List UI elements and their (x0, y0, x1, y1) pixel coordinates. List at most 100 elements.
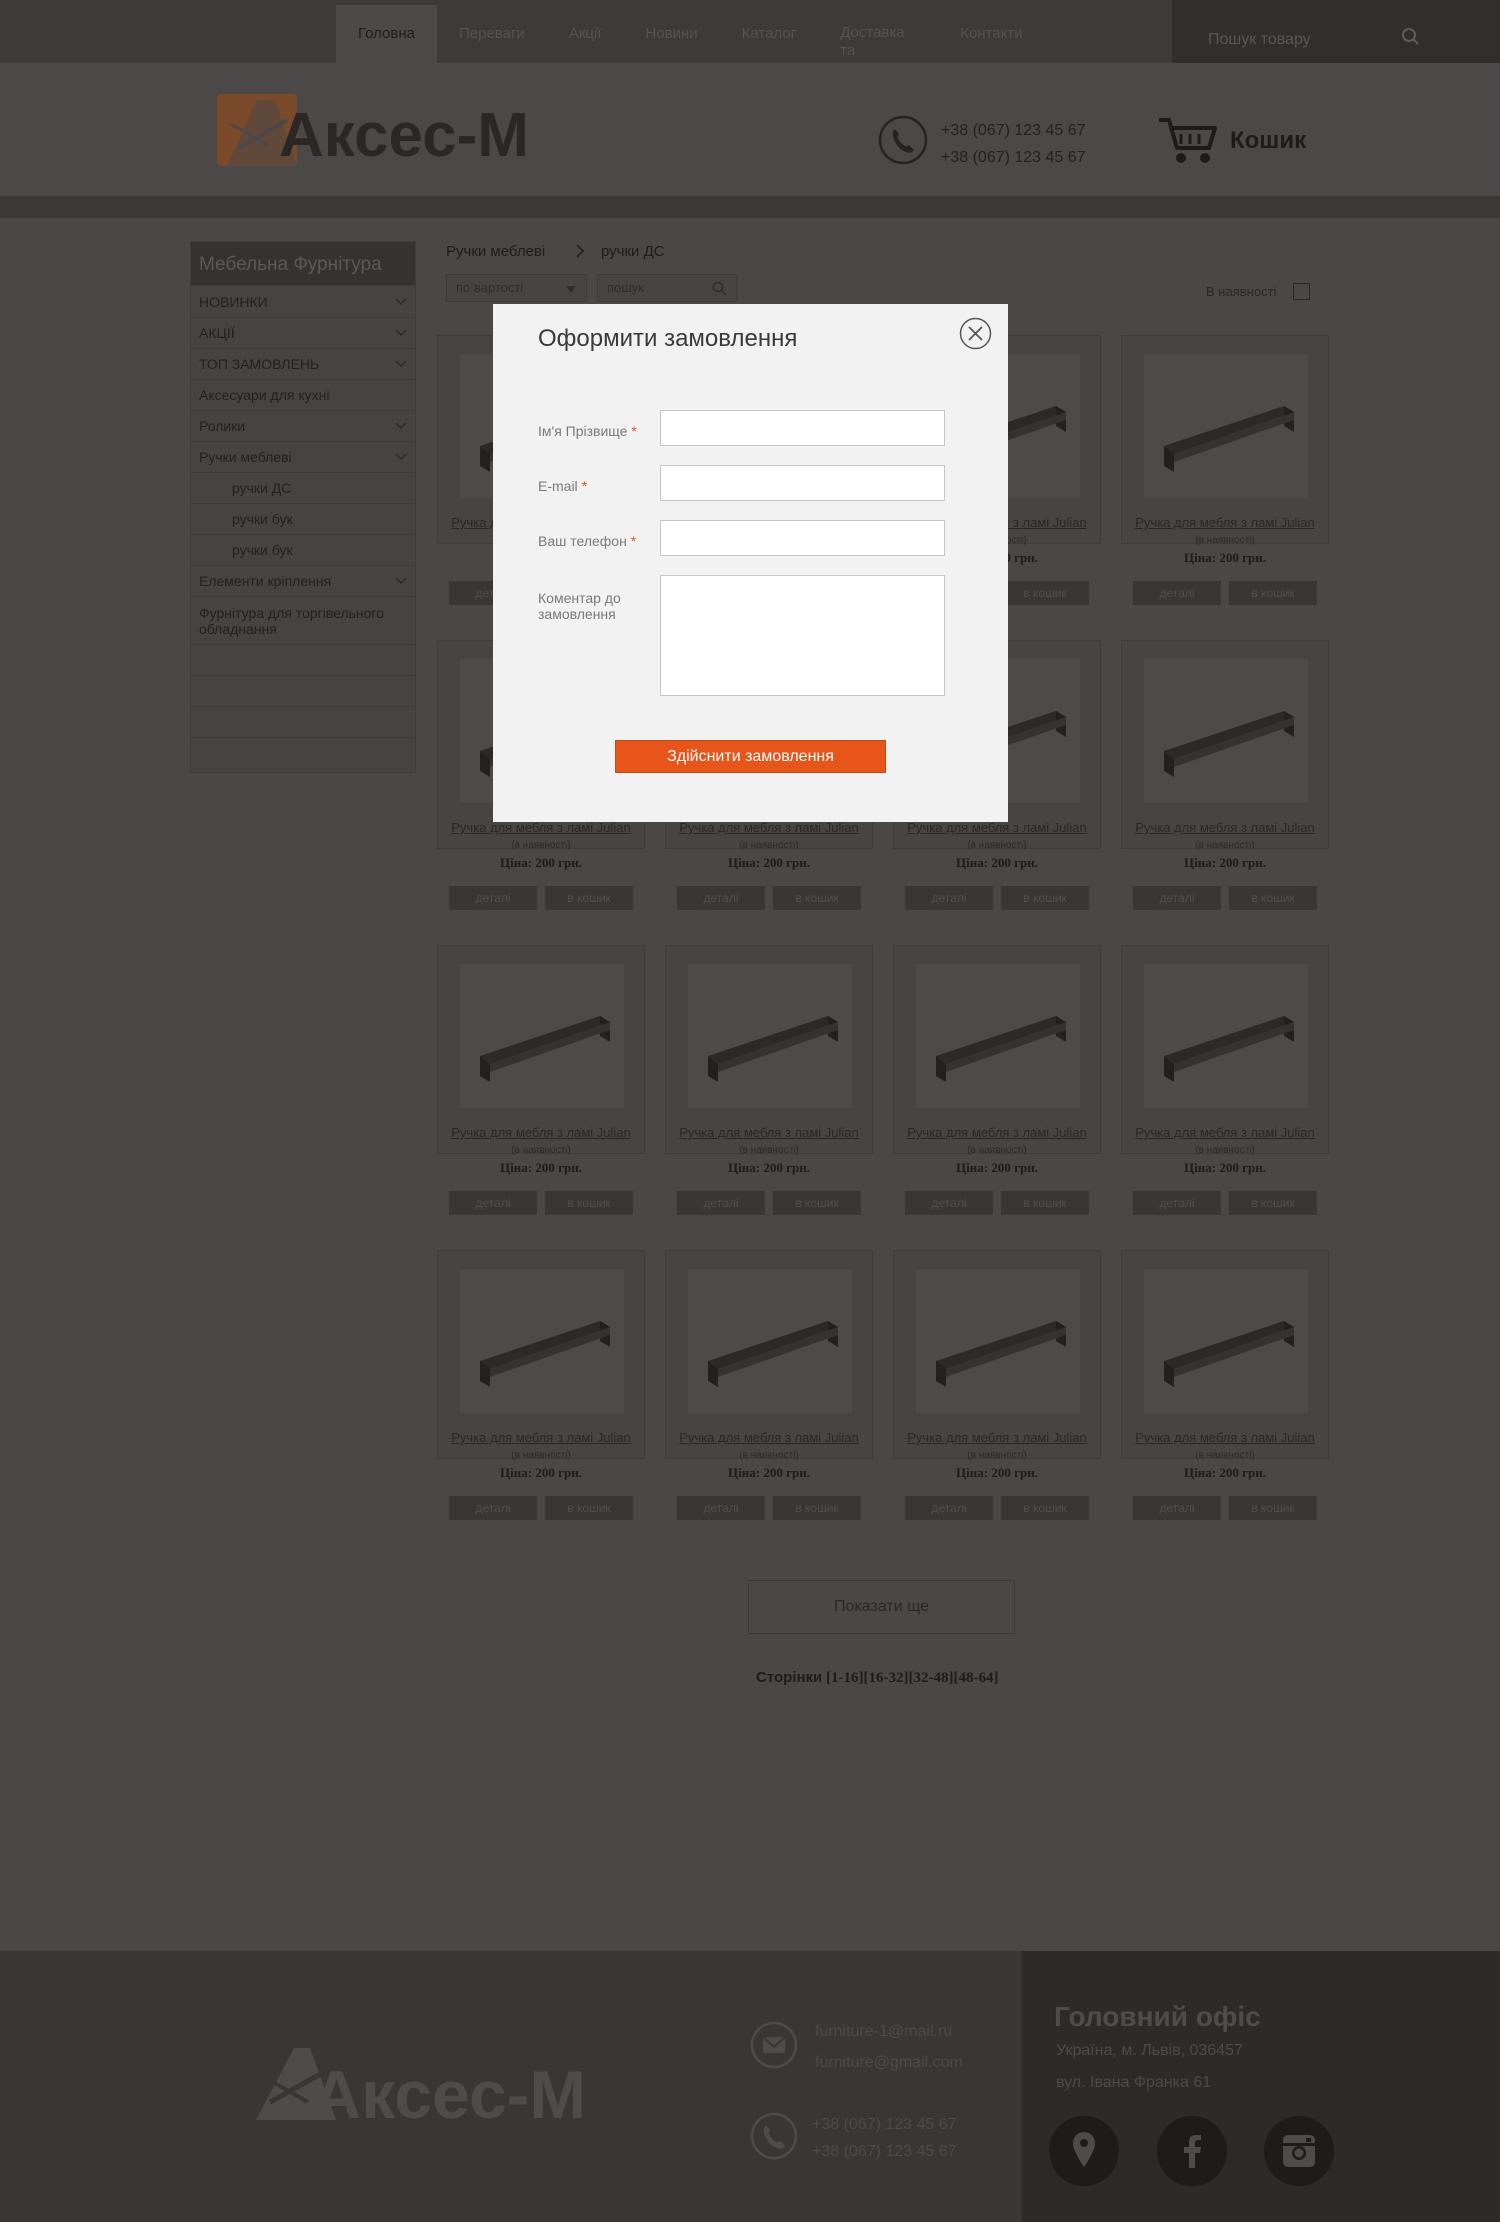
product-card[interactable]: Ручка для мебля з ламі Julian (в наявност… (893, 945, 1101, 1215)
add-to-cart-button[interactable]: в кошик (545, 886, 633, 910)
add-to-cart-button[interactable]: в кошик (773, 886, 861, 910)
details-button[interactable]: деталі (1133, 581, 1221, 605)
add-to-cart-button[interactable]: в кошик (1001, 1191, 1089, 1215)
sidebar-item-fasteners[interactable]: Елементи кріплення (191, 565, 415, 596)
nav-item-delivery[interactable]: Доставка та замовлення (818, 5, 938, 77)
product-name[interactable]: Ручка для мебля з ламі Julian (1122, 820, 1328, 835)
email-field[interactable] (660, 465, 945, 501)
facebook-icon[interactable] (1157, 2116, 1227, 2186)
add-to-cart-button[interactable]: в кошик (1229, 886, 1317, 910)
phone-field[interactable] (660, 520, 945, 556)
close-icon[interactable] (959, 317, 992, 350)
add-to-cart-button[interactable]: в кошик (1001, 886, 1089, 910)
product-card[interactable]: Ручка для мебля з ламі Julian (в наявност… (1121, 335, 1329, 605)
product-name[interactable]: Ручка для мебля з ламі Julian (894, 820, 1100, 835)
pagination-links[interactable]: [1-16][16-32][32-48][48-64] (826, 1670, 998, 1686)
product-card[interactable]: Ручка для мебля з ламі Julian (в наявност… (665, 945, 873, 1215)
chevron-down-icon[interactable] (395, 297, 407, 307)
chevron-down-icon[interactable] (395, 328, 407, 338)
header-phone-2[interactable]: +38 (067) 123 45 67 (941, 144, 1086, 171)
product-name[interactable]: Ручка для мебля з ламі Julian (438, 1430, 644, 1445)
sidebar-item-new[interactable]: НОВИНКИ (191, 285, 415, 317)
filter-search-input[interactable]: пошук (597, 274, 737, 302)
product-name[interactable]: Ручка для мебля з ламі Julian (1122, 1125, 1328, 1140)
show-more-button[interactable]: Показати ще (748, 1580, 1015, 1634)
product-card[interactable]: Ручка для мебля з ламі Julian (в наявност… (1121, 1250, 1329, 1520)
site-logo[interactable]: Аксес-М (217, 90, 562, 170)
add-to-cart-button[interactable]: в кошик (1229, 1496, 1317, 1520)
product-card[interactable]: Ручка для мебля з ламі Julian (в наявност… (437, 1250, 645, 1520)
footer-email-1[interactable]: furniture-1@mail.ru (815, 2016, 963, 2047)
product-name[interactable]: Ручка для мебля з ламі Julian (666, 820, 872, 835)
product-name[interactable]: Ручка для мебля з ламі Julian (438, 1125, 644, 1140)
product-image[interactable] (916, 964, 1080, 1108)
product-image[interactable] (916, 1269, 1080, 1413)
add-to-cart-button[interactable]: в кошик (773, 1191, 861, 1215)
add-to-cart-button[interactable]: в кошик (1229, 581, 1317, 605)
nav-item-news[interactable]: Новини (623, 5, 719, 63)
product-search[interactable]: Пошук товару (1172, 0, 1500, 63)
product-image[interactable] (460, 1269, 624, 1413)
details-button[interactable]: деталі (677, 1496, 765, 1520)
sidebar-subitem-ds-handles[interactable]: ручки ДС (191, 472, 415, 503)
chevron-down-icon[interactable] (395, 421, 407, 431)
product-name[interactable]: Ручка для мебля з ламі Julian (1122, 515, 1328, 530)
product-card[interactable]: Ручка для мебля з ламі Julian (в наявност… (1121, 945, 1329, 1215)
details-button[interactable]: деталі (1133, 886, 1221, 910)
nav-item-contacts[interactable]: Контакти (938, 5, 1044, 63)
sidebar-item-top-orders[interactable]: ТОП ЗАМОВЛЕНЬ (191, 348, 415, 379)
name-field[interactable] (660, 410, 945, 446)
details-button[interactable]: деталі (449, 1496, 537, 1520)
search-icon[interactable] (1401, 27, 1421, 47)
footer-phone-1[interactable]: +38 (067) 123 45 67 (812, 2111, 957, 2138)
submit-order-button[interactable]: Здійснити замовлення (615, 740, 886, 773)
details-button[interactable]: деталі (1133, 1496, 1221, 1520)
search-input[interactable]: Пошук товару (1208, 31, 1311, 49)
product-name[interactable]: Ручка для мебля з ламі Julian (666, 1125, 872, 1140)
cart-icon[interactable] (1157, 114, 1219, 166)
product-card[interactable]: Ручка для мебля з ламі Julian (в наявност… (437, 945, 645, 1215)
chevron-down-icon[interactable] (395, 452, 407, 462)
nav-item-promotions[interactable]: Акції (547, 5, 624, 63)
details-button[interactable]: деталі (905, 886, 993, 910)
product-name[interactable]: Ручка для мебля з ламі Julian (894, 1430, 1100, 1445)
chevron-down-icon[interactable] (395, 576, 407, 586)
product-name[interactable]: Ручка для мебля з ламі Julian (894, 1125, 1100, 1140)
sidebar-subitem-beech-handles-2[interactable]: ручки бук (191, 534, 415, 565)
product-image[interactable] (1144, 1269, 1308, 1413)
product-card[interactable]: Ручка для мебля з ламі Julian (в наявност… (665, 1250, 873, 1520)
add-to-cart-button[interactable]: в кошик (545, 1191, 633, 1215)
product-image[interactable] (460, 964, 624, 1108)
footer-phone-2[interactable]: +38 (067) 123 45 67 (812, 2138, 957, 2165)
product-image[interactable] (1144, 964, 1308, 1108)
product-image[interactable] (688, 1269, 852, 1413)
product-card[interactable]: Ручка для мебля з ламі Julian (в наявност… (893, 1250, 1101, 1520)
sidebar-item-retail-equipment[interactable]: Фурнітура для торгівельного обладнання (191, 596, 415, 644)
product-image[interactable] (1144, 354, 1308, 498)
product-name[interactable]: Ручка для мебля з ламі Julian (438, 820, 644, 835)
details-button[interactable]: деталі (905, 1496, 993, 1520)
add-to-cart-button[interactable]: в кошик (545, 1496, 633, 1520)
nav-item-catalog[interactable]: Каталог (720, 5, 819, 63)
sidebar-item-kitchen-accessories[interactable]: Аксесуари для кухні (191, 379, 415, 410)
details-button[interactable]: деталі (449, 1191, 537, 1215)
sidebar-item-promotions[interactable]: АКЦІЇ (191, 317, 415, 348)
product-name[interactable]: Ручка для мебля з ламі Julian (666, 1430, 872, 1445)
chevron-down-icon[interactable] (395, 359, 407, 369)
sidebar-item-furniture-handles[interactable]: Ручки меблеві (191, 441, 415, 472)
instagram-icon[interactable] (1264, 2116, 1334, 2186)
product-image[interactable] (1144, 659, 1308, 803)
cart-link[interactable]: Кошик (1230, 127, 1306, 155)
add-to-cart-button[interactable]: в кошик (1229, 1191, 1317, 1215)
search-icon[interactable] (712, 281, 727, 296)
details-button[interactable]: деталі (1133, 1191, 1221, 1215)
details-button[interactable]: деталі (677, 886, 765, 910)
add-to-cart-button[interactable]: в кошик (1001, 1496, 1089, 1520)
map-pin-icon[interactable] (1049, 2116, 1119, 2186)
comment-field[interactable] (660, 575, 945, 696)
in-stock-checkbox[interactable] (1293, 283, 1310, 300)
footer-logo[interactable]: Аксес-М (250, 2040, 625, 2133)
details-button[interactable]: деталі (905, 1191, 993, 1215)
details-button[interactable]: деталі (677, 1191, 765, 1215)
product-name[interactable]: Ручка для мебля з ламі Julian (1122, 1430, 1328, 1445)
